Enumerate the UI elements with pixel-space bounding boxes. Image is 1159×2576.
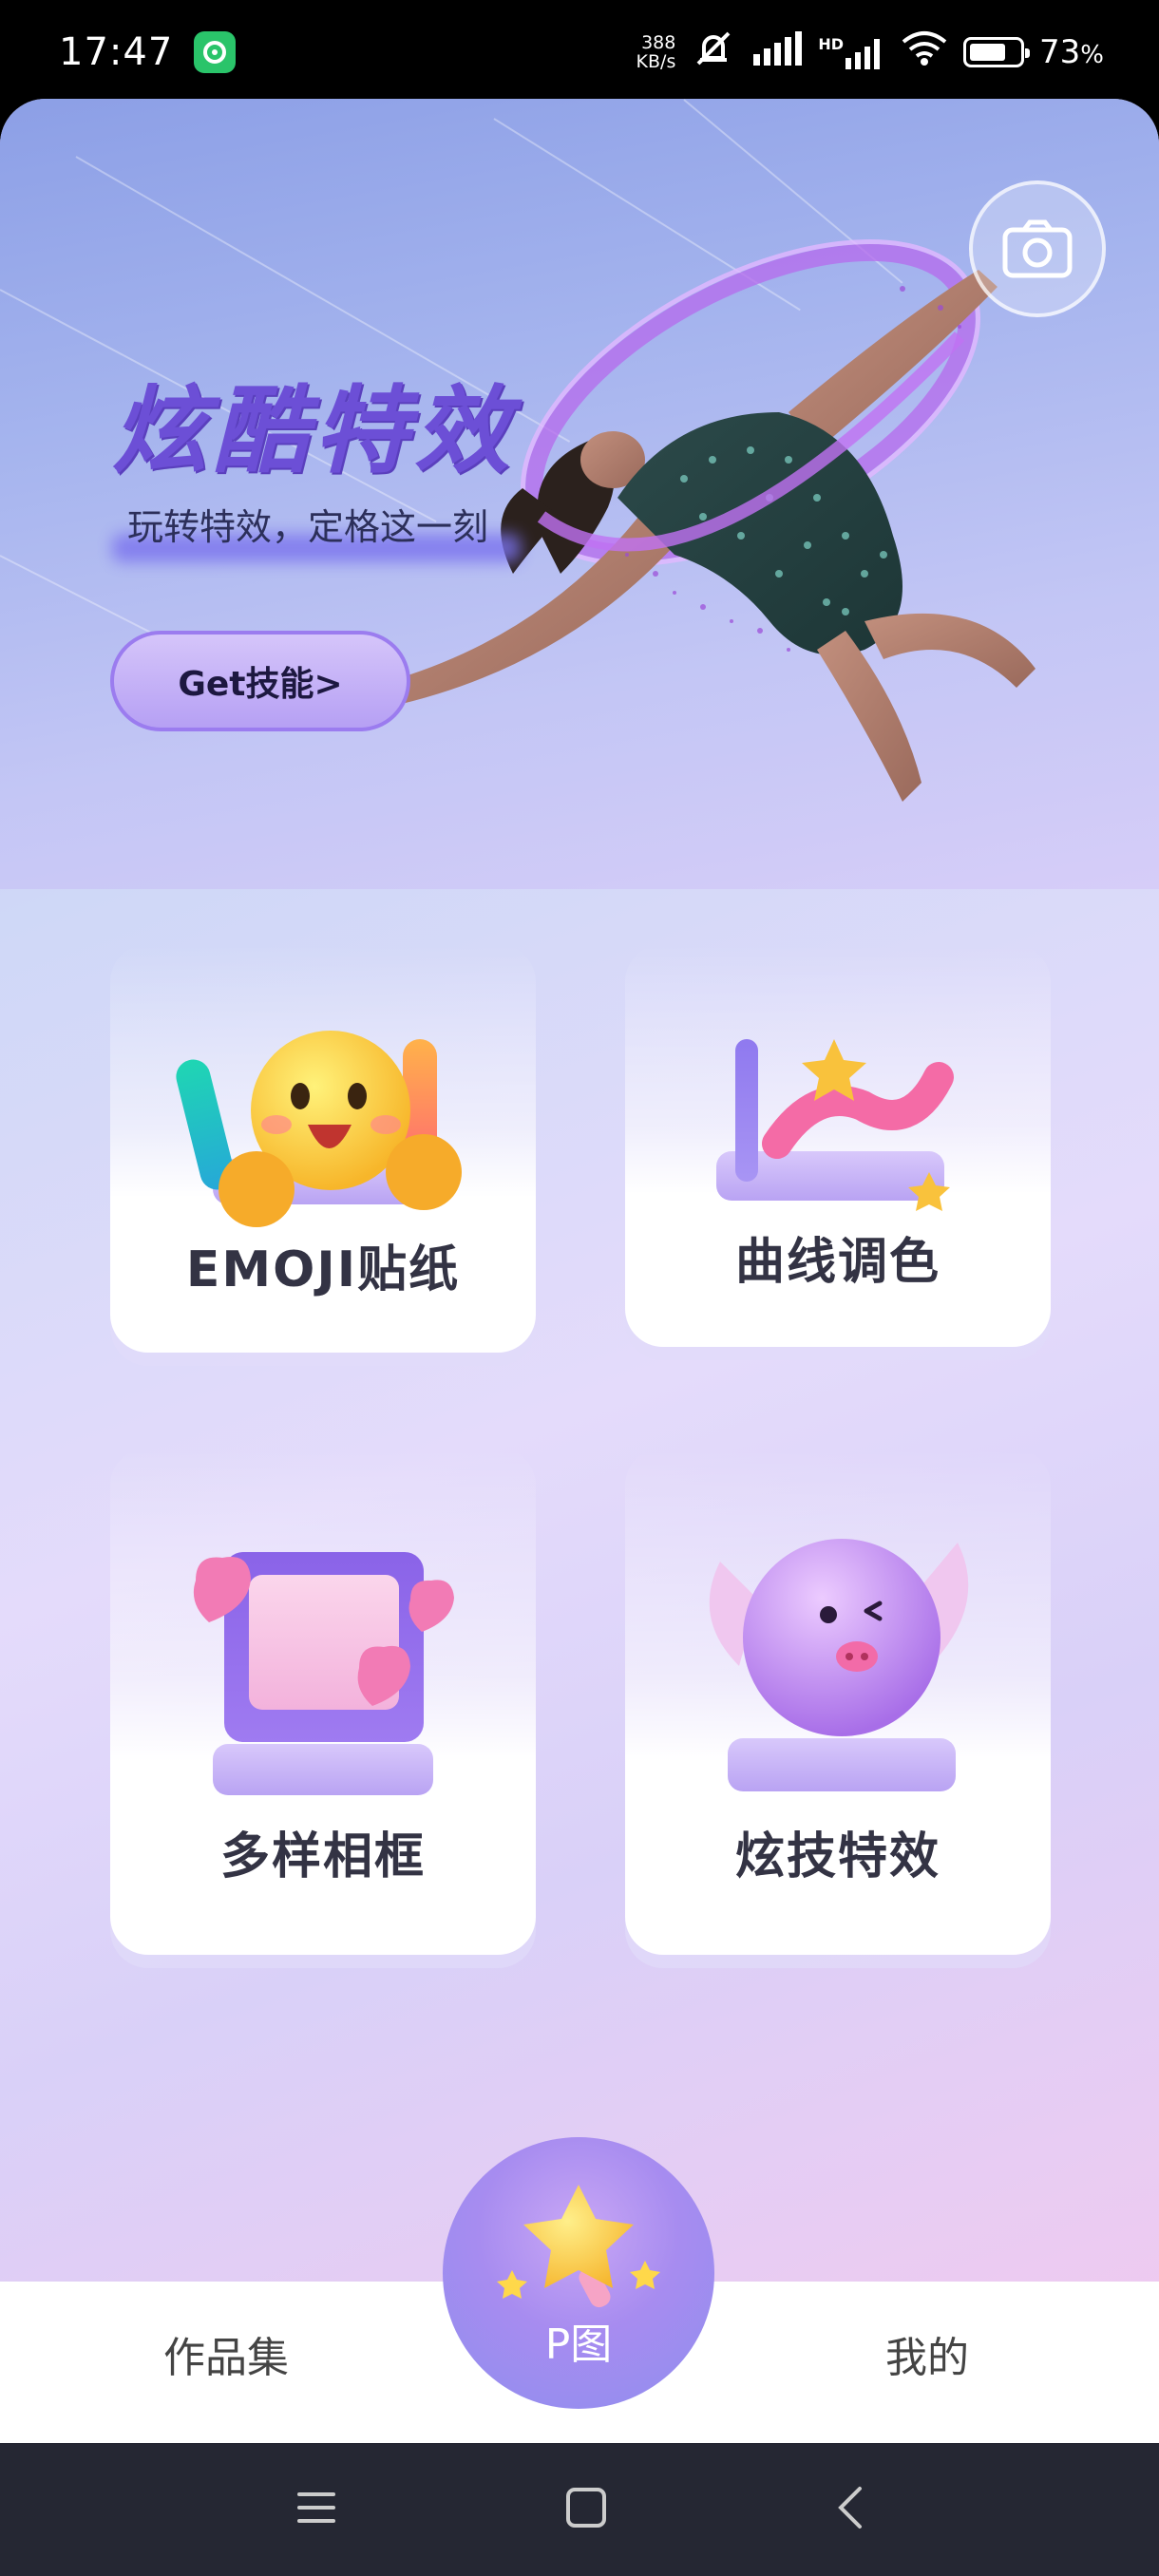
camera-icon bbox=[1002, 219, 1073, 278]
battery-percent: 73% bbox=[1039, 33, 1104, 71]
feature-label: 多样相框 bbox=[219, 1828, 426, 1885]
feature-card-skill-effect[interactable]: 炫技特效 bbox=[625, 1448, 1051, 1955]
signal-icon bbox=[751, 30, 803, 74]
camera-button[interactable] bbox=[969, 180, 1106, 317]
nav-item-portfolio[interactable]: 作品集 bbox=[163, 2323, 289, 2384]
back-icon[interactable] bbox=[835, 2486, 864, 2533]
network-label: HD bbox=[818, 35, 845, 53]
signal-hd-icon: HD bbox=[818, 35, 885, 69]
feature-card-curve-color[interactable]: 曲线调色 bbox=[625, 944, 1051, 1347]
feature-card-photo-frame[interactable]: 多样相框 bbox=[110, 1448, 536, 1955]
nav-item-photo-edit[interactable]: P图 bbox=[443, 2137, 714, 2409]
network-speed-unit: KB/s bbox=[636, 51, 676, 72]
nav-item-photo-edit-label: P图 bbox=[544, 2320, 613, 2369]
status-indicators: 388 KB/s HD 73% bbox=[636, 28, 1104, 78]
nav-item-mine[interactable]: 我的 bbox=[885, 2323, 969, 2384]
feature-label: 曲线调色 bbox=[734, 1234, 940, 1291]
photo-frame-icon bbox=[193, 1552, 454, 1795]
network-speed-value: 388 bbox=[641, 32, 676, 53]
get-skill-button[interactable]: Get技能> bbox=[110, 631, 410, 731]
wifi-icon bbox=[901, 30, 948, 75]
hero-title: 炫酷特效 bbox=[112, 375, 515, 486]
system-nav-bar bbox=[0, 2443, 1159, 2576]
menu-icon[interactable] bbox=[295, 2489, 337, 2530]
battery-icon bbox=[963, 37, 1031, 67]
status-bar: 17:47 388 KB/s HD 73% bbox=[0, 0, 1159, 104]
hero-banner[interactable]: 炫酷特效 玩转特效，定格这一刻 Get技能> bbox=[0, 99, 1159, 889]
feature-label: EMOJI贴纸 bbox=[185, 1241, 461, 1298]
network-speed: 388 KB/s bbox=[636, 33, 676, 71]
battery-level bbox=[970, 44, 1005, 61]
feature-label: 炫技特效 bbox=[734, 1828, 940, 1885]
mute-bell-icon bbox=[691, 28, 736, 78]
feature-card-emoji-sticker[interactable]: EMOJI贴纸 bbox=[110, 944, 536, 1353]
hero-subtitle-block: 玩转特效，定格这一刻 bbox=[112, 498, 521, 562]
hero-subtitle: 玩转特效，定格这一刻 bbox=[127, 506, 489, 548]
status-time: 17:47 bbox=[59, 30, 174, 74]
app-screen: 炫酷特效 玩转特效，定格这一刻 Get技能> EMOJI贴纸 曲线调色 多样相框… bbox=[0, 99, 1159, 2443]
winged-ball-icon bbox=[709, 1539, 969, 1791]
emoji-sticker-icon bbox=[176, 1031, 462, 1227]
curve-chart-icon bbox=[716, 1039, 954, 1211]
battery-percent-suffix: % bbox=[1080, 41, 1104, 69]
home-icon[interactable] bbox=[565, 2487, 607, 2532]
app-notification-icon bbox=[194, 31, 237, 73]
star-wand-icon bbox=[497, 2185, 660, 2308]
battery-percent-value: 73 bbox=[1039, 33, 1081, 71]
